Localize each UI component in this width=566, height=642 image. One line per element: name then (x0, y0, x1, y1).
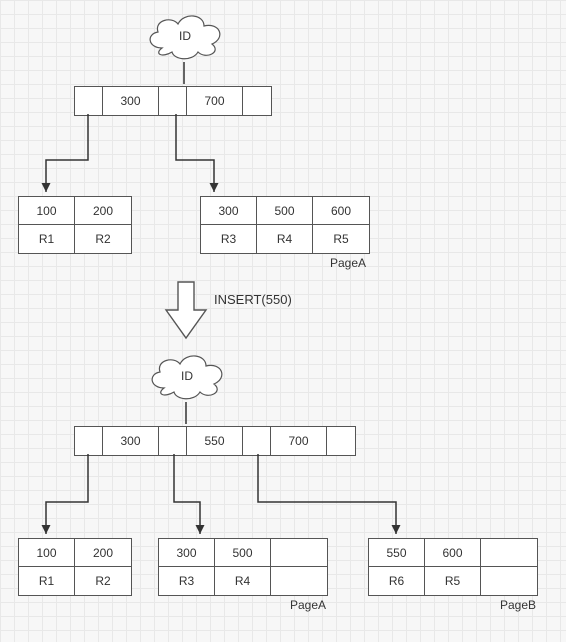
root-cell: 700 (271, 427, 327, 455)
leaf1-after: 100 200 R1 R2 (18, 538, 132, 596)
row-cell: R3 (159, 567, 215, 595)
root-cell (243, 87, 271, 115)
key-cell: 300 (159, 539, 215, 567)
root-cell: 300 (103, 427, 159, 455)
key-cell: 300 (201, 197, 257, 225)
cloud-before: ID (140, 8, 230, 63)
leaf2-after: 300 500 R3 R4 (158, 538, 328, 596)
root-cell: 550 (187, 427, 243, 455)
key-cell: 100 (19, 539, 75, 567)
key-cell: 500 (257, 197, 313, 225)
root-cell: 700 (187, 87, 243, 115)
row-cell: R5 (313, 225, 369, 253)
row-cell (271, 567, 327, 595)
key-cell: 200 (75, 197, 131, 225)
key-cell: 600 (425, 539, 481, 567)
root-cell (75, 427, 103, 455)
leaf3-after: 550 600 R6 R5 (368, 538, 538, 596)
row-cell: R3 (201, 225, 257, 253)
row-cell: R2 (75, 567, 131, 595)
root-cell (159, 427, 187, 455)
page-label-a2: PageA (290, 598, 326, 612)
key-cell (271, 539, 327, 567)
root-cell (159, 87, 187, 115)
page-label-b: PageB (500, 598, 536, 612)
page-label-a: PageA (330, 256, 366, 270)
row-cell: R2 (75, 225, 131, 253)
operation-label: INSERT(550) (214, 292, 292, 307)
row-cell: R4 (215, 567, 271, 595)
root-cell: 300 (103, 87, 159, 115)
down-arrow-icon (162, 280, 210, 347)
row-cell: R4 (257, 225, 313, 253)
key-cell: 200 (75, 539, 131, 567)
row-cell: R1 (19, 225, 75, 253)
root-cell (243, 427, 271, 455)
leaf-right-before: 300 500 600 R3 R4 R5 (200, 196, 370, 254)
key-cell: 600 (313, 197, 369, 225)
row-cell: R6 (369, 567, 425, 595)
row-cell: R1 (19, 567, 75, 595)
root-cell (327, 427, 355, 455)
row-cell (481, 567, 537, 595)
root-before: 300 700 (74, 86, 272, 116)
key-cell (481, 539, 537, 567)
row-cell: R5 (425, 567, 481, 595)
cloud-after: ID (142, 348, 232, 403)
cloud-label: ID (179, 29, 191, 43)
root-cell (75, 87, 103, 115)
root-after: 300 550 700 (74, 426, 356, 456)
key-cell: 500 (215, 539, 271, 567)
leaf-left-before: 100 200 R1 R2 (18, 196, 132, 254)
key-cell: 550 (369, 539, 425, 567)
key-cell: 100 (19, 197, 75, 225)
cloud-label: ID (181, 369, 193, 383)
